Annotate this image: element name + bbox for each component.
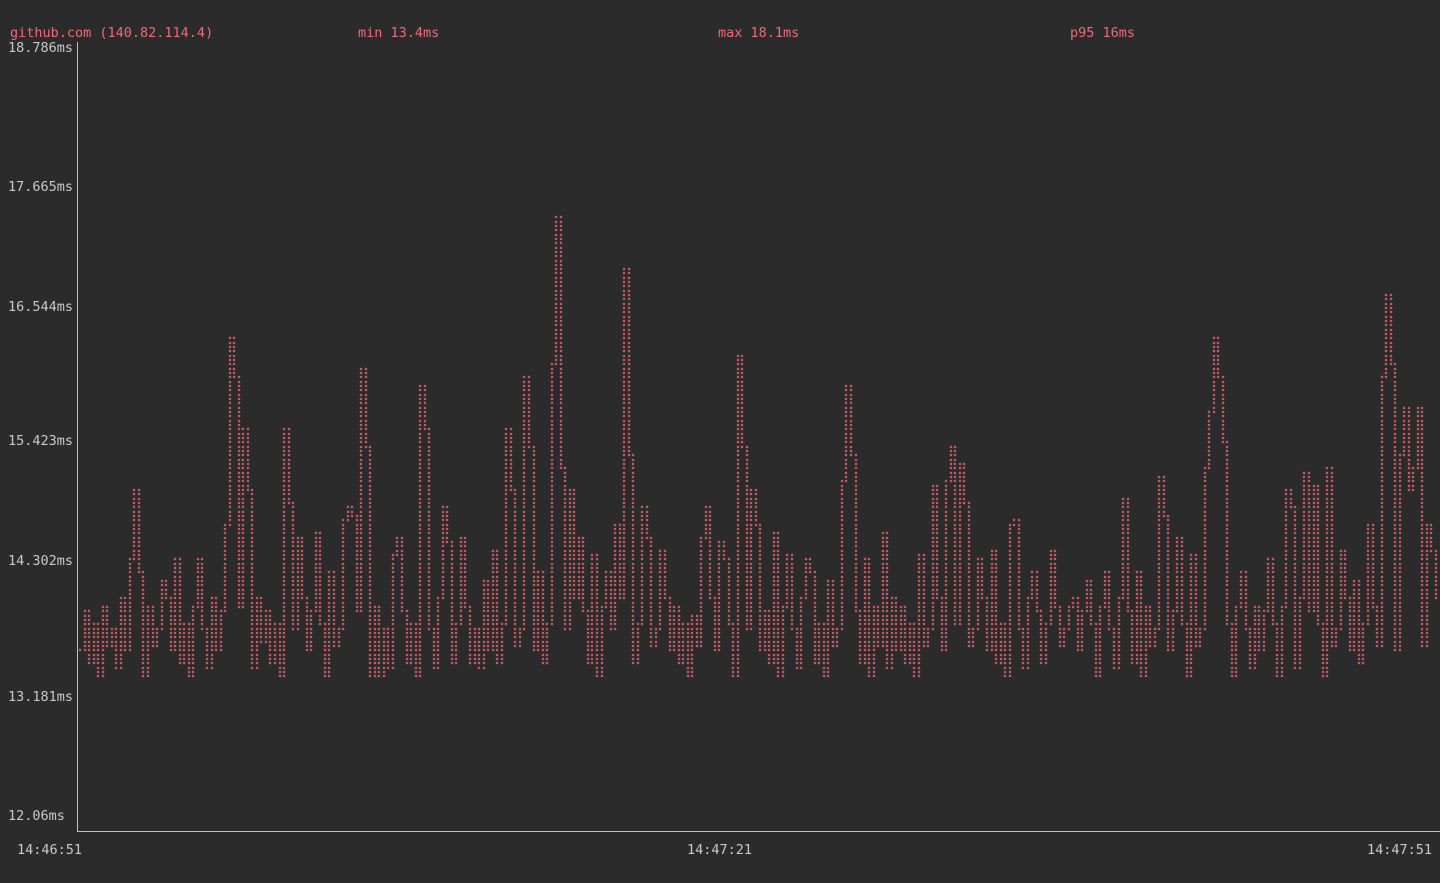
terminal-ping-graph: github.com (140.82.114.4) min 13.4ms max…: [0, 0, 1440, 883]
latency-line-chart: [0, 0, 1440, 883]
